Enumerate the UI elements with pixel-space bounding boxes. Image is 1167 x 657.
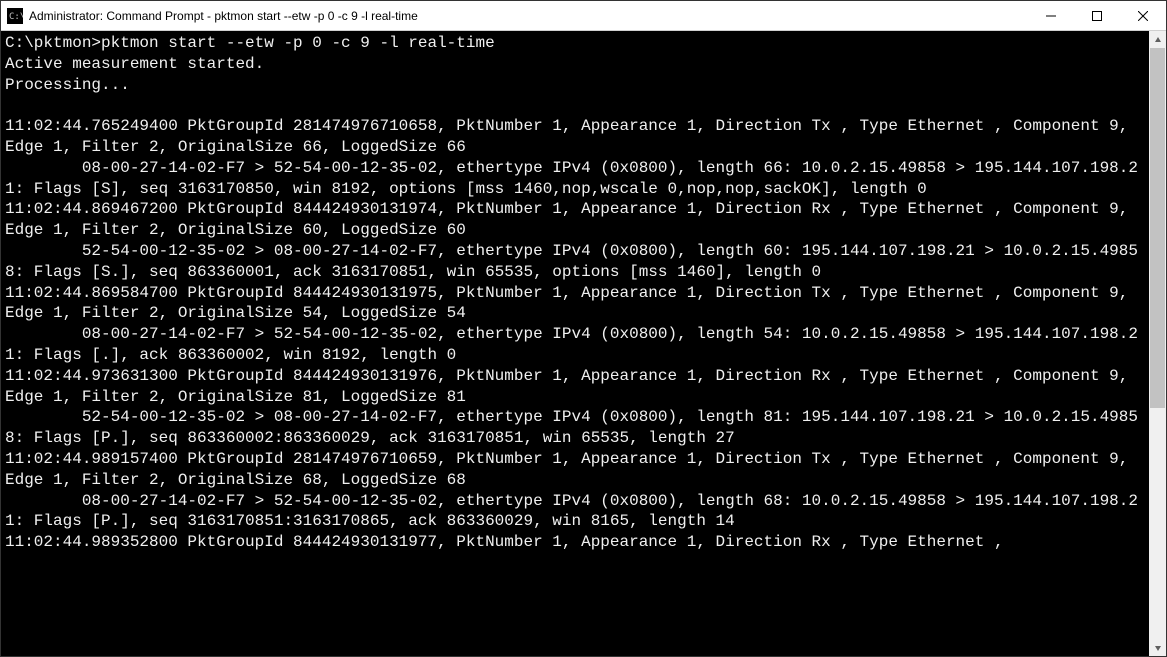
minimize-button[interactable] (1028, 1, 1074, 30)
console-output[interactable]: C:\pktmon>pktmon start --etw -p 0 -c 9 -… (1, 31, 1149, 656)
svg-text:C:\: C:\ (9, 12, 23, 22)
scroll-up-arrow[interactable] (1149, 31, 1166, 48)
scroll-thumb[interactable] (1150, 48, 1165, 408)
scroll-track[interactable] (1149, 48, 1166, 639)
console-area: C:\pktmon>pktmon start --etw -p 0 -c 9 -… (1, 31, 1166, 656)
vertical-scrollbar[interactable] (1149, 31, 1166, 656)
scroll-down-arrow[interactable] (1149, 639, 1166, 656)
cmd-window: C:\ Administrator: Command Prompt - pktm… (0, 0, 1167, 657)
window-controls (1028, 1, 1166, 30)
titlebar[interactable]: C:\ Administrator: Command Prompt - pktm… (1, 1, 1166, 31)
maximize-button[interactable] (1074, 1, 1120, 30)
window-title: Administrator: Command Prompt - pktmon s… (29, 9, 1028, 23)
close-button[interactable] (1120, 1, 1166, 30)
cmd-icon: C:\ (7, 8, 23, 24)
